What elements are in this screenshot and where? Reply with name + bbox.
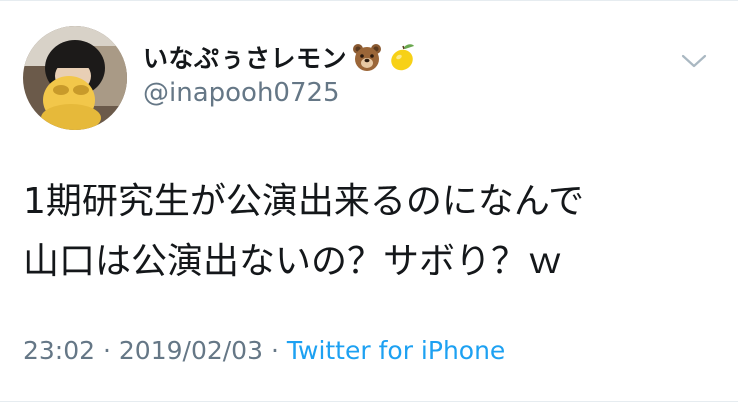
tweet-text-line: 1期研究生が公演出来るのになんで	[23, 181, 585, 222]
meta-separator: ·	[270, 336, 279, 365]
tweet-source-link[interactable]: Twitter for iPhone	[287, 336, 505, 365]
lemon-emoji-icon	[387, 41, 419, 73]
author-handle[interactable]: @inapooh0725	[143, 78, 340, 108]
tweet-metadata: 23:02 · 2019/02/03 · Twitter for iPhone	[23, 336, 505, 365]
tweet-date[interactable]: 2019/02/03	[119, 336, 263, 365]
avatar-image	[23, 26, 127, 130]
author-display-name[interactable]: いなぷぅさレモン	[143, 39, 347, 75]
bear-face-emoji-icon	[351, 41, 383, 73]
chevron-down-icon[interactable]	[680, 52, 708, 70]
avatar[interactable]	[23, 26, 127, 130]
meta-separator: ·	[103, 336, 111, 365]
tweet-text-line: 山口は公演出ないの？サボり？ｗ	[23, 241, 564, 282]
top-divider	[0, 0, 738, 1]
tweet-time[interactable]: 23:02	[23, 336, 95, 365]
tweet-text: 1期研究生が公演出来るのになんで 山口は公演出ないの？サボり？ｗ	[23, 172, 723, 292]
author-name-row[interactable]: いなぷぅさレモン	[143, 40, 419, 74]
